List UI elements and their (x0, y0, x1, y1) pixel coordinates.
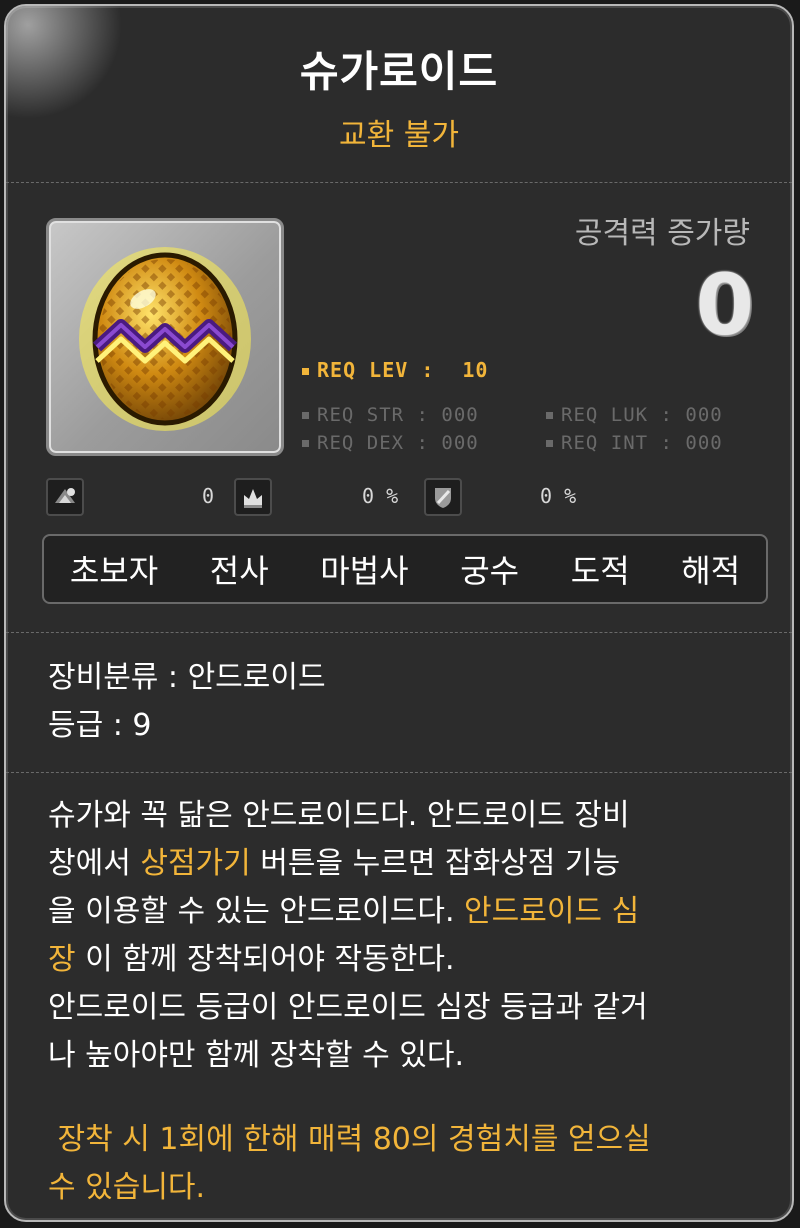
equip-category: 장비분류 : 안드로이드 (48, 660, 326, 695)
attack-increase-label: 공격력 증가량 (574, 216, 750, 251)
desc-text: 이 함께 장착되어야 작동한다. (75, 942, 455, 977)
shield-pierce-value: 0 % (540, 484, 577, 508)
attack-increase-value: 0 (695, 256, 754, 354)
job-requirements: 초보자 전사 마법사 궁수 도적 해적 (42, 534, 768, 604)
grade: 등급 : 9 (48, 708, 152, 743)
bullet-icon (546, 440, 553, 447)
note-line: 장착 시 1회에 한해 매력 80의 경험치를 얻으실 (48, 1122, 651, 1157)
desc-text: 을 이용할 수 있는 안드로이드다. (48, 894, 465, 929)
req-dex: REQ DEX : 000 (302, 432, 479, 454)
desc-line: 안드로이드 등급이 안드로이드 심장 등급과 같거 (48, 990, 648, 1025)
job-bowman: 궁수 (460, 552, 520, 590)
sugaroid-egg-icon (79, 247, 251, 431)
bullet-icon (546, 412, 553, 419)
android-heart-highlight: 장 (48, 942, 76, 977)
bullet-icon (302, 440, 309, 447)
req-str-text: REQ STR : 000 (317, 404, 479, 426)
trade-status: 교환 불가 (339, 118, 459, 153)
item-tooltip: 슈가로이드 교환 불가 공격력 증가량 0 REQ LEV: 10 REQ S… (4, 4, 794, 1222)
job-magician: 마법사 (320, 552, 409, 590)
divider-bottom (6, 772, 792, 773)
divider-top (6, 182, 792, 183)
desc-line: 나 높아야만 함께 장착할 수 있다. (48, 1038, 465, 1073)
shield-pierce-icon (424, 478, 462, 516)
req-luk-text: REQ LUK : 000 (561, 404, 723, 426)
desc-text: 버튼을 누르면 잡화상점 기능 (250, 846, 621, 881)
desc-line: 슈가와 꼭 닮은 안드로이드다. 안드로이드 장비 (48, 798, 630, 833)
item-icon-frame (46, 218, 284, 456)
shop-highlight: 상점가기 (140, 846, 251, 881)
req-int-text: REQ INT : 000 (561, 432, 723, 454)
boss-damage-value: 0 (202, 484, 215, 508)
job-thief: 도적 (570, 552, 630, 590)
desc-line: 장 이 함께 장착되어야 작동한다. (48, 936, 768, 984)
crown-icon (234, 478, 272, 516)
crown-value: 0 % (362, 484, 399, 508)
item-description: 슈가와 꼭 닮은 안드로이드다. 안드로이드 장비 창에서 상점가기 버튼을 누… (48, 792, 768, 1080)
item-name: 슈가로이드 (299, 47, 499, 96)
job-warrior: 전사 (209, 552, 269, 590)
bullet-icon (302, 368, 309, 375)
exp-note: 장착 시 1회에 한해 매력 80의 경험치를 얻으실 수 있습니다. (48, 1116, 768, 1212)
req-dex-text: REQ DEX : 000 (317, 432, 479, 454)
req-str: REQ STR : 000 (302, 404, 479, 426)
bullet-icon (302, 412, 309, 419)
desc-line: 을 이용할 수 있는 안드로이드다. 안드로이드 심 (48, 888, 768, 936)
req-level-value: 10 (462, 358, 489, 382)
desc-text: 창에서 (48, 846, 141, 881)
req-luk: REQ LUK : 000 (546, 404, 723, 426)
job-pirate: 해적 (681, 552, 741, 590)
divider-middle (6, 632, 792, 633)
note-line: 수 있습니다. (48, 1170, 206, 1205)
desc-line: 창에서 상점가기 버튼을 누르면 잡화상점 기능 (48, 840, 768, 888)
boss-damage-icon (46, 478, 84, 516)
req-level: REQ LEV : 10 (302, 358, 488, 382)
req-level-label: REQ LEV : (317, 358, 435, 382)
android-heart-highlight: 안드로이드 심 (464, 894, 640, 929)
job-beginner: 초보자 (69, 552, 159, 590)
req-int: REQ INT : 000 (546, 432, 723, 454)
